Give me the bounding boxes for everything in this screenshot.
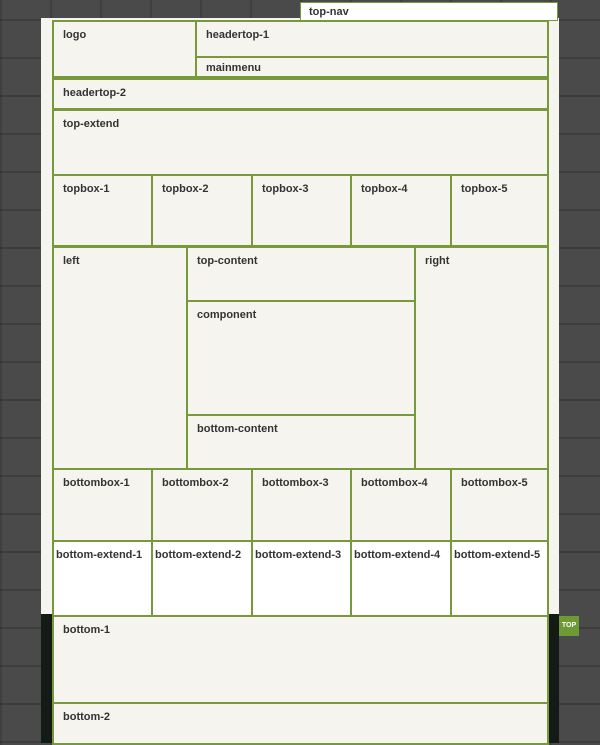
top-extend-label: top-extend bbox=[63, 118, 120, 130]
bottom-content-label: bottom-content bbox=[197, 423, 278, 435]
topbox-label: topbox-4 bbox=[361, 183, 408, 195]
topbox-label: topbox-5 bbox=[461, 183, 508, 195]
logo[interactable]: logo bbox=[52, 20, 197, 78]
bottom-extend-label: bottom-extend-1 bbox=[56, 549, 143, 561]
bottom-1: bottom-1 bbox=[52, 615, 549, 704]
bottombox-4: bottombox-4 bbox=[350, 468, 452, 542]
top-nav-label: top-nav bbox=[309, 6, 349, 18]
bottom-extend-label: bottom-extend-5 bbox=[454, 549, 541, 561]
bottom-extend-label: bottom-extend-2 bbox=[155, 549, 242, 561]
bottom-extend-1: bottom-extend-1 bbox=[52, 540, 153, 617]
bottombox-label: bottombox-3 bbox=[262, 477, 329, 489]
headertop-2: headertop-2 bbox=[52, 78, 549, 110]
bottombox-label: bottombox-1 bbox=[63, 477, 130, 489]
bottom-1-label: bottom-1 bbox=[63, 624, 111, 636]
bottom-extend-label: bottom-extend-3 bbox=[255, 549, 342, 561]
topbox-1: topbox-1 bbox=[52, 174, 153, 247]
bottombox-label: bottombox-5 bbox=[461, 477, 528, 489]
right-column: right bbox=[414, 246, 549, 470]
bottom-extend-4: bottom-extend-4 bbox=[350, 540, 452, 617]
topbox-5: topbox-5 bbox=[450, 174, 549, 247]
topbox-label: topbox-1 bbox=[63, 183, 110, 195]
right-label: right bbox=[425, 255, 450, 267]
top-nav[interactable]: top-nav bbox=[300, 2, 558, 21]
top-content: top-content bbox=[186, 246, 416, 302]
bottom-2-label: bottom-2 bbox=[63, 711, 111, 723]
bottom-2: bottom-2 bbox=[52, 702, 549, 745]
mainmenu-label: mainmenu bbox=[206, 62, 262, 74]
topbox-label: topbox-2 bbox=[162, 183, 209, 195]
headertop-2-label: headertop-2 bbox=[63, 87, 126, 99]
headertop-1-label: headertop-1 bbox=[206, 29, 269, 41]
bottombox-2: bottombox-2 bbox=[151, 468, 253, 542]
bottom-extend-5: bottom-extend-5 bbox=[450, 540, 549, 617]
component-label: component bbox=[197, 309, 257, 321]
bottombox-1: bottombox-1 bbox=[52, 468, 153, 542]
bottom-extend-label: bottom-extend-4 bbox=[354, 549, 441, 561]
back-to-top-button[interactable]: TOP bbox=[559, 616, 579, 636]
bottom-content: bottom-content bbox=[186, 414, 416, 470]
left-column: left bbox=[52, 246, 188, 470]
mainmenu[interactable]: mainmenu bbox=[195, 56, 549, 78]
top-content-label: top-content bbox=[197, 255, 258, 267]
left-label: left bbox=[63, 255, 80, 267]
bottombox-5: bottombox-5 bbox=[450, 468, 549, 542]
bottombox-label: bottombox-4 bbox=[361, 477, 428, 489]
bottom-extend-3: bottom-extend-3 bbox=[251, 540, 352, 617]
headertop-1: headertop-1 bbox=[195, 20, 549, 58]
logo-label: logo bbox=[63, 29, 87, 41]
topbox-label: topbox-3 bbox=[262, 183, 309, 195]
bottombox-3: bottombox-3 bbox=[251, 468, 352, 542]
topbox-3: topbox-3 bbox=[251, 174, 352, 247]
component: component bbox=[186, 300, 416, 416]
bottombox-label: bottombox-2 bbox=[162, 477, 229, 489]
topbox-4: topbox-4 bbox=[350, 174, 452, 247]
top-extend: top-extend bbox=[52, 109, 549, 176]
topbox-2: topbox-2 bbox=[151, 174, 253, 247]
bottom-extend-2: bottom-extend-2 bbox=[151, 540, 253, 617]
